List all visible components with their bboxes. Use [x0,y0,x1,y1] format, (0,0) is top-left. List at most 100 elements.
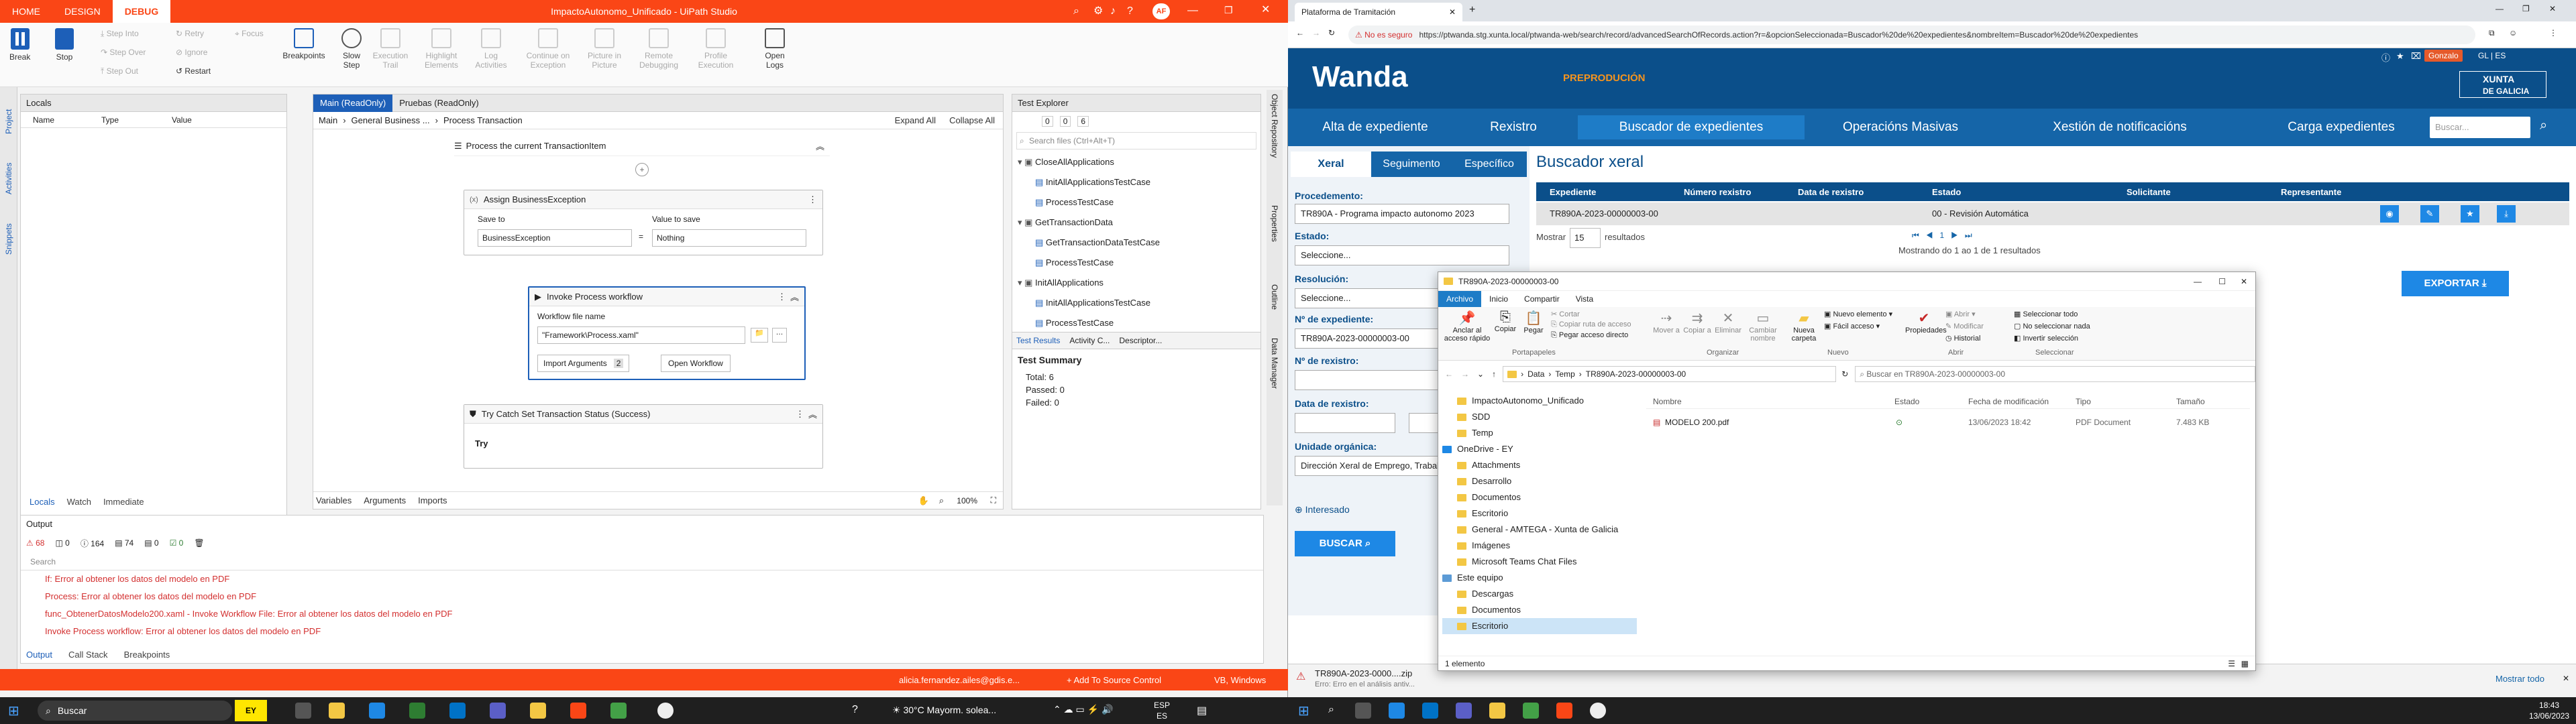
file-explorer-taskbar-icon[interactable] [329,703,345,719]
sequence-header[interactable]: ☰ Process the current TransactionItem ︽ [454,136,830,156]
browse-folder-icon[interactable]: 📁 [751,328,768,343]
tab-close-icon[interactable]: ✕ [1449,7,1456,17]
info-filter[interactable]: ⓘ 164 [80,538,104,549]
assign-variable-input[interactable]: BusinessException [478,229,632,247]
call-stack-tab[interactable]: Call Stack [68,650,108,660]
assign-value-input[interactable]: Nothing [652,229,806,247]
orchestrator-icon[interactable] [610,703,627,719]
test-search-input[interactable]: ⌕ Search files (Ctrl+Alt+T) [1016,132,1256,149]
extensions-icon[interactable]: ⧉ [2489,28,2495,38]
tab-design[interactable]: DESIGN [52,0,113,23]
rail-data-manager[interactable]: Data Manager [1270,338,1279,389]
status-user[interactable]: alicia.fernandez.ailes@gdis.e... [899,675,1020,685]
col-nombre[interactable]: Nombre [1653,397,1682,406]
failed-count[interactable]: 0 [1059,116,1071,127]
arguments-tab[interactable]: Arguments [364,495,406,505]
pagination[interactable]: ⏮◀1▶⏭ [1912,231,1979,241]
open-workflow-button[interactable]: Open Workflow [661,355,731,372]
folder-taskbar-icon[interactable] [530,703,546,719]
test-case[interactable]: ▤ ProcessTestCase [1018,192,1260,213]
step-over-button[interactable]: ↷ Step Over [101,44,146,60]
output-tab[interactable]: Output [26,650,52,660]
output-line[interactable]: If: Error al obtener los datos del model… [21,570,1263,588]
nav-carga[interactable]: Carga expedientes [2254,109,2428,146]
col-expediente[interactable]: Expediente [1550,187,1596,197]
uipath-studio-icon[interactable] [570,703,586,719]
col-numero-rexistro[interactable]: Número rexistro [1684,187,1751,197]
nav-search-icon[interactable]: ⌕ [2540,118,2547,133]
forward-icon[interactable]: → [1312,28,1320,38]
restore-icon[interactable]: ❐ [2522,4,2530,13]
task-view-icon-2[interactable] [1355,703,1371,719]
tiles-view-icon[interactable]: ▦ [2241,659,2249,668]
new-tab-icon[interactable]: + [1469,4,1475,16]
path-current[interactable]: TR890A-2023-00000003-00 [1586,369,1686,379]
col-value[interactable]: Value [172,115,192,125]
info-icon[interactable]: ⓘ [2381,51,2390,64]
breakpoints-tab[interactable]: Breakpoints [124,650,170,660]
user-badge[interactable]: Gonzalo [2424,50,2463,62]
uipath-icon-2[interactable] [1556,703,1572,719]
notifications-icon[interactable]: ♪ [1110,6,1116,17]
breadcrumb-main[interactable]: Main [319,115,337,125]
nav-tree-item[interactable]: Microsoft Teams Chat Files [1442,554,1637,570]
tab-seguimento[interactable]: Seguimento [1371,152,1452,177]
invoke-collapse-icon[interactable]: ︽ [790,290,799,303]
url-field[interactable]: ⚠ No es seguro https://ptwanda.stg.xunta… [1348,25,2475,44]
chrome-icon[interactable] [657,703,674,719]
language-selector[interactable]: GL | ES [2478,51,2506,60]
col-tipo[interactable]: Tipo [2076,397,2091,406]
nav-tree-item[interactable]: ImpactoAutonomo_Unificado [1442,393,1637,409]
recent-icon[interactable]: ⌄ [1477,369,1484,379]
search-icon-2[interactable]: ⌕ [1328,704,1334,716]
error-filter[interactable]: ⚠ 68 [26,538,44,548]
cart-icon[interactable]: ⌧ [2411,51,2421,62]
minimize-icon[interactable]: — [2496,4,2504,13]
nav-notificacions[interactable]: Xestión de notificacións [1986,109,2254,146]
focus-button[interactable]: ⌖ Focus [235,25,264,42]
step-out-button[interactable]: ⤒ Step Out [101,63,138,79]
outlook-icon[interactable] [449,703,466,719]
not-run-count[interactable]: 6 [1077,116,1089,127]
reload-icon[interactable]: ↻ [1328,28,1335,38]
invert-selection-button[interactable]: ◧ Invertir selección [2014,334,2078,343]
zoom-icon[interactable]: ⌕ [939,495,944,506]
execution-trail-button[interactable]: Execution Trail [370,28,411,70]
nav-tree-item[interactable]: Este equipo [1442,570,1637,586]
tray-icons[interactable]: ⌃ ☁ ▭ ⚡ 🔊 [1053,704,1113,715]
teams-icon[interactable] [490,703,506,719]
close-icon[interactable]: ✕ [2549,4,2556,13]
new-item-button[interactable]: ▣ Nuevo elemento ▾ [1824,310,1892,318]
doc-tab-main[interactable]: Main (ReadOnly) [313,94,393,112]
rail-object-repository[interactable]: Object Repository [1270,94,1279,158]
breadcrumb-general[interactable]: General Business ... [352,115,430,125]
uipath-assistant-icon[interactable] [409,703,425,719]
profile-icon[interactable]: ☺ [2509,28,2517,38]
show-all-downloads[interactable]: Mostrar todo [2496,674,2544,684]
assign-menu-icon[interactable]: ⋮ [808,194,817,205]
modify-button[interactable]: ✎ Modificar [1945,322,1984,330]
test-group[interactable]: ▾ ▣ GetTransactionData [1018,213,1260,233]
back-icon[interactable]: ← [1445,369,1453,379]
procedemento-select[interactable]: TR890A - Programa impacto autonomo 2023 [1295,204,1509,224]
ignore-button[interactable]: ⊘ Ignore [176,44,207,60]
nav-rexistro[interactable]: Rexistro [1466,109,1560,146]
nav-alta-expediente[interactable]: Alta de expediente [1288,109,1462,146]
rail-outline[interactable]: Outline [1270,284,1279,310]
history-button[interactable]: ◷ Historial [1945,334,1980,343]
nav-tree-item[interactable]: General - AMTEGA - Xunta de Galicia [1442,522,1637,538]
restart-button[interactable]: ↺ Restart [176,63,211,79]
nav-buscador[interactable]: Buscador de expedientes [1578,115,1805,139]
nav-tree-item[interactable]: OneDrive - EY [1442,441,1637,457]
stop-button[interactable]: Stop [55,28,74,62]
output-line[interactable]: func_ObtenerDatosModelo200.xaml - Invoke… [21,605,1263,623]
rail-snippets[interactable]: Snippets [4,208,13,255]
try-catch-collapse-icon[interactable]: ︽ [808,408,817,420]
tab-inicio[interactable]: Inicio [1481,294,1516,304]
assign-activity[interactable]: (x) Assign BusinessException ⋮ Save to V… [464,190,823,255]
verbose-filter[interactable]: ▤ 0 [144,538,158,548]
expand-all-link[interactable]: Expand All [895,115,936,125]
nav-tree-item[interactable]: Desarrollo [1442,473,1637,489]
tab-archivo[interactable]: Archivo [1438,291,1482,307]
variables-tab[interactable]: Variables [316,495,352,505]
